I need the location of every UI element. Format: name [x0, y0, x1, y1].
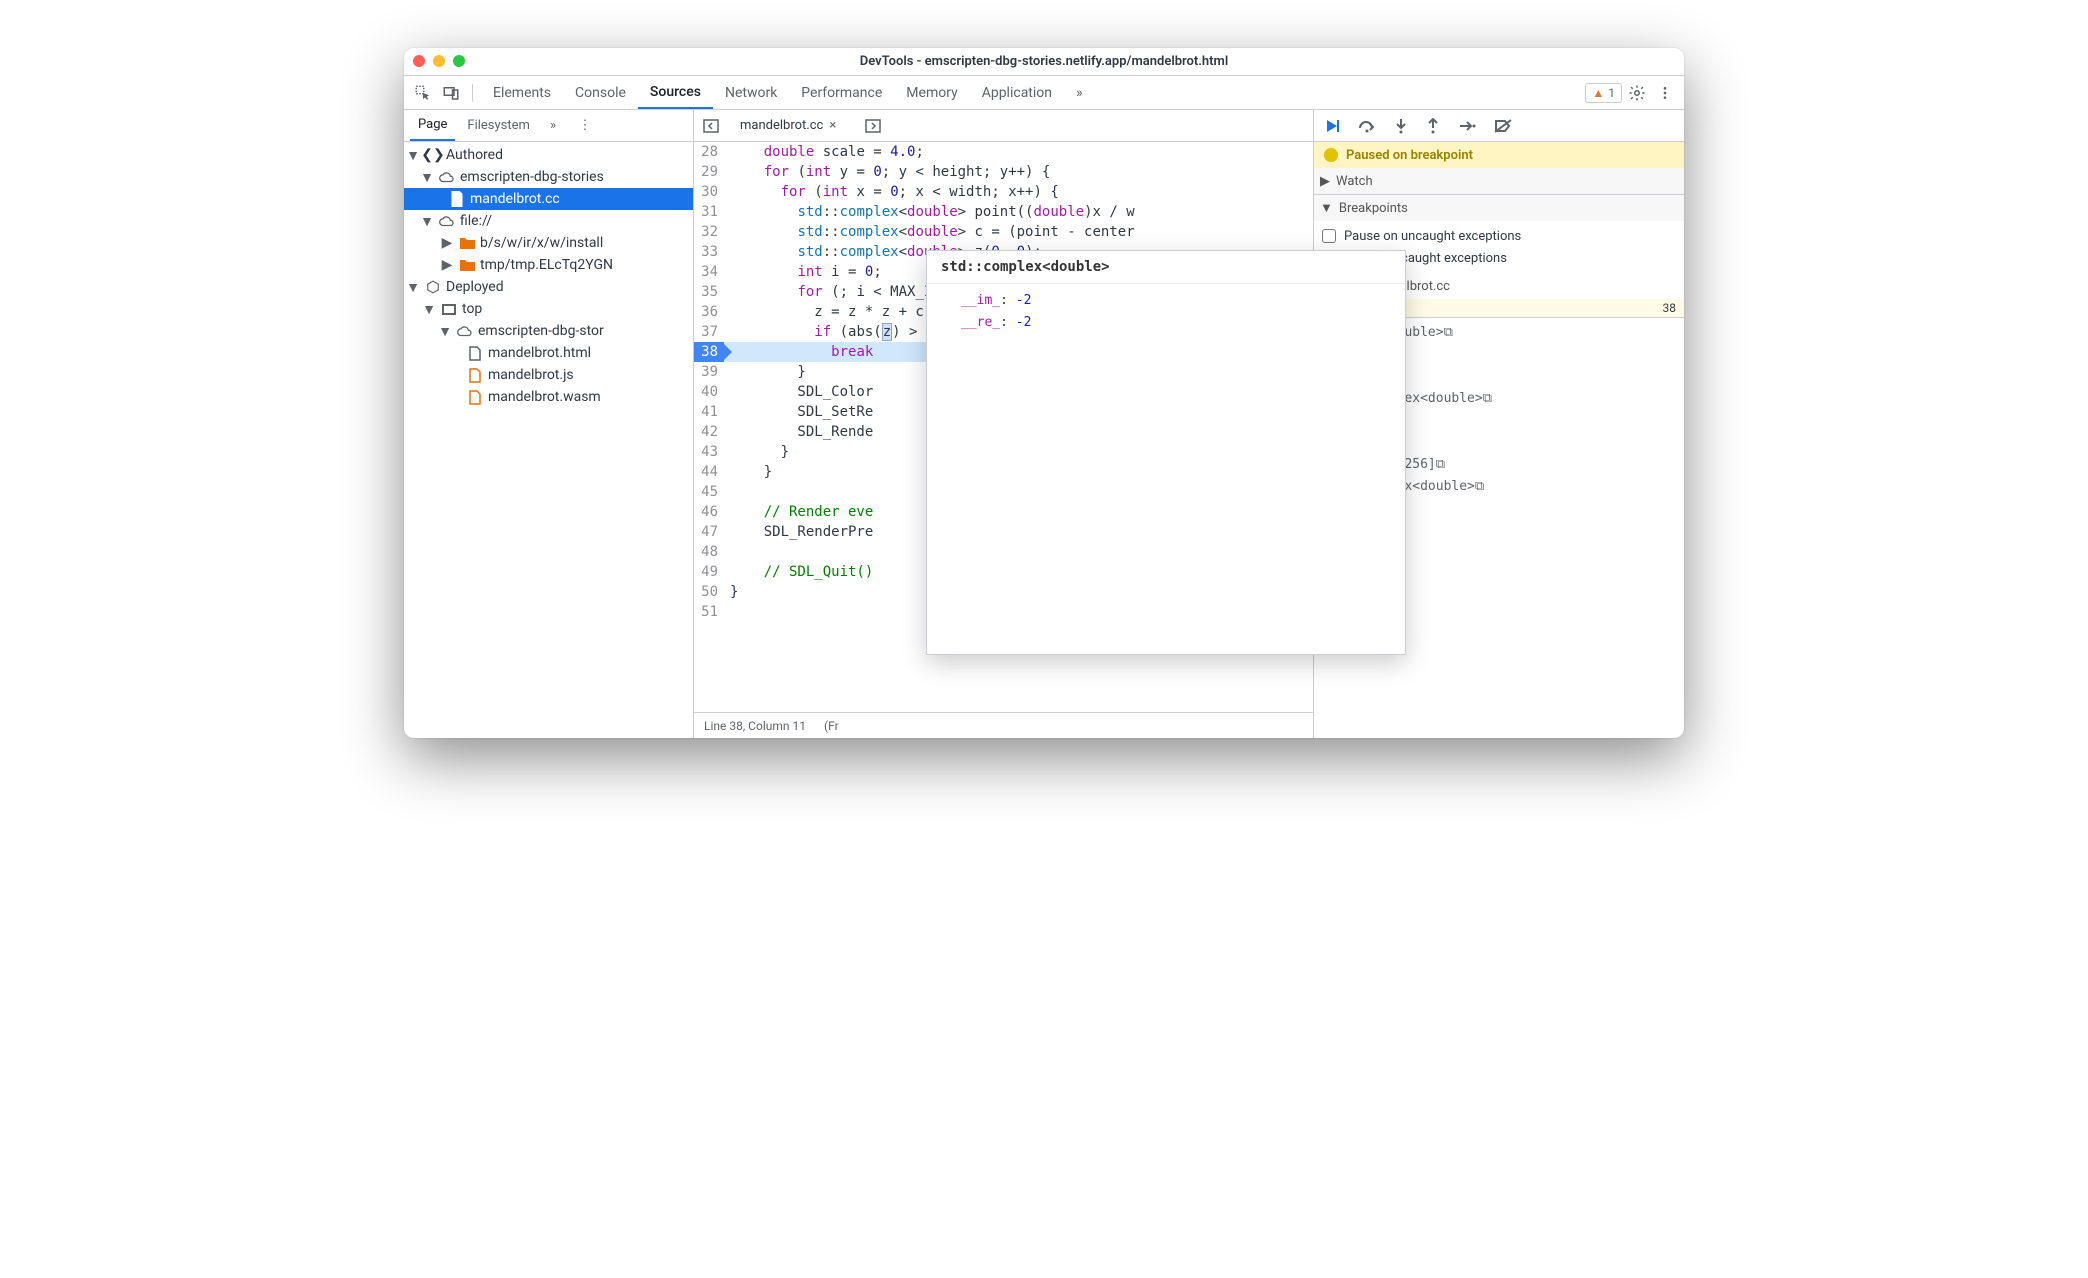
tab-network[interactable]: Network [713, 76, 789, 109]
device-toggle-icon[interactable] [438, 80, 464, 106]
devtools-window: DevTools - emscripten-dbg-stories.netlif… [404, 48, 1684, 738]
chevron-down-icon: ▼ [1320, 200, 1333, 216]
debugger-toolbar [1314, 110, 1684, 142]
pause-dot-icon [1324, 148, 1338, 162]
editor-tab-label: mandelbrot.cc [740, 118, 823, 133]
section-watch[interactable]: ▶Watch [1314, 168, 1684, 195]
close-icon[interactable]: × [829, 118, 836, 133]
step-into-icon[interactable] [1394, 118, 1408, 134]
tree-file[interactable]: mandelbrot.html [404, 342, 693, 364]
warnings-badge[interactable]: ▲ 1 [1585, 83, 1622, 103]
paused-banner: Paused on breakpoint [1314, 142, 1684, 168]
tree-file[interactable]: mandelbrot.wasm [404, 386, 693, 408]
navigator-pane: Page Filesystem » ⋮ ▼❮❯Authored ▼emscrip… [404, 110, 694, 738]
tree-folder[interactable]: ▶b/s/w/ir/x/w/install [404, 232, 693, 254]
chevron-right-icon: ▶ [1320, 174, 1330, 189]
minimize-icon[interactable] [433, 55, 445, 67]
toggle-debugger-icon[interactable] [860, 113, 886, 139]
editor-status: Line 38, Column 11 (Fr [694, 712, 1313, 738]
zoom-icon[interactable] [453, 55, 465, 67]
warnings-count: 1 [1608, 86, 1615, 100]
checkbox-icon[interactable] [1322, 229, 1336, 243]
tab-sources[interactable]: Sources [638, 76, 713, 109]
cursor-position: Line 38, Column 11 [704, 719, 806, 733]
tree-file-selected[interactable]: mandelbrot.cc [404, 188, 693, 210]
resume-icon[interactable] [1324, 118, 1340, 134]
window-controls[interactable] [413, 55, 465, 67]
inspect-icon[interactable] [410, 80, 436, 106]
bp-uncaught-toggle[interactable]: Pause on uncaught exceptions [1322, 225, 1676, 247]
tree-file-scheme[interactable]: ▼file:// [404, 210, 693, 232]
status-extra: (Fr [824, 719, 839, 733]
kebab-icon[interactable]: ⋮ [572, 113, 598, 139]
file-tree[interactable]: ▼❮❯Authored ▼emscripten-dbg-stories mand… [404, 142, 693, 738]
subtab-filesystem[interactable]: Filesystem [459, 110, 538, 141]
tree-file[interactable]: mandelbrot.js [404, 364, 693, 386]
navigator-tabs: Page Filesystem » ⋮ [404, 110, 693, 142]
tab-console[interactable]: Console [563, 76, 638, 109]
paused-label: Paused on breakpoint [1346, 148, 1473, 163]
deactivate-bp-icon[interactable] [1494, 118, 1512, 134]
tab-memory[interactable]: Memory [894, 76, 969, 109]
more-subtabs-icon[interactable]: » [542, 110, 564, 141]
popover-type: std::complex<double> [927, 251, 1405, 284]
tree-top[interactable]: ▼top [404, 298, 693, 320]
subtab-page[interactable]: Page [410, 110, 455, 141]
divider [472, 84, 473, 102]
editor-tabs: mandelbrot.cc × [694, 110, 1313, 142]
popover-body: __im_: -2 __re_: -2 [927, 284, 1405, 654]
tree-group-authored[interactable]: ▼❮❯Authored [404, 144, 693, 166]
step-over-icon[interactable] [1358, 118, 1376, 134]
main-toolbar: Elements Console Sources Network Perform… [404, 76, 1684, 110]
tab-application[interactable]: Application [970, 76, 1064, 109]
settings-icon[interactable] [1624, 80, 1650, 106]
toggle-nav-icon[interactable] [698, 113, 724, 139]
step-icon[interactable] [1458, 119, 1476, 133]
titlebar: DevTools - emscripten-dbg-stories.netlif… [404, 48, 1684, 76]
tree-domain[interactable]: ▼emscripten-dbg-stor [404, 320, 693, 342]
warning-icon: ▲ [1592, 86, 1604, 100]
panel-tabs: Elements Console Sources Network Perform… [481, 76, 1095, 109]
kebab-icon[interactable] [1652, 80, 1678, 106]
tree-folder[interactable]: ▶tmp/tmp.ELcTq2YGN [404, 254, 693, 276]
tree-group-deployed[interactable]: ▼Deployed [404, 276, 693, 298]
tree-domain[interactable]: ▼emscripten-dbg-stories [404, 166, 693, 188]
step-out-icon[interactable] [1426, 118, 1440, 134]
window-title: DevTools - emscripten-dbg-stories.netlif… [860, 54, 1228, 69]
editor-tab[interactable]: mandelbrot.cc × [732, 110, 844, 141]
close-icon[interactable] [413, 55, 425, 67]
more-tabs-icon[interactable]: » [1064, 76, 1095, 109]
value-popover: std::complex<double> __im_: -2 __re_: -2 [926, 250, 1406, 655]
bp-line-number: 38 [1663, 301, 1677, 315]
tab-elements[interactable]: Elements [481, 76, 563, 109]
tab-performance[interactable]: Performance [789, 76, 894, 109]
